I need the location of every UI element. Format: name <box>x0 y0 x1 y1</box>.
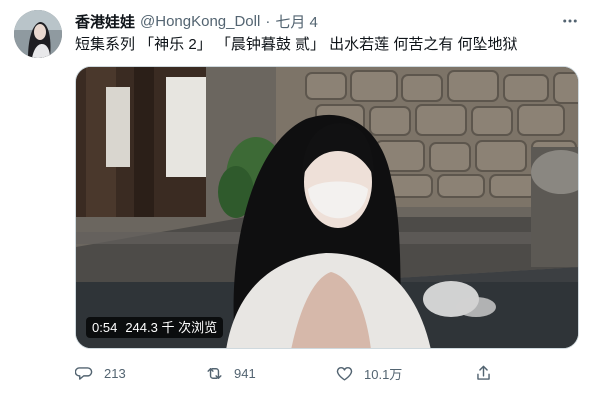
tweet-text: 短集系列 「神乐 2」 「晨钟暮鼓 贰」 出水若莲 何苦之有 何坠地狱 <box>75 36 518 53</box>
avatar[interactable] <box>14 10 62 58</box>
reply-bubble-icon <box>75 364 94 383</box>
video-views: 244.3 千 次浏览 <box>125 320 218 335</box>
avatar-image <box>14 10 62 58</box>
video-duration: 0:54 <box>92 320 118 335</box>
tweet-header: 香港娃娃 @HongKong_Doll · 七月 4 <box>75 11 318 31</box>
heart-icon <box>335 364 354 383</box>
retweet-button[interactable]: 941 <box>205 360 256 386</box>
tweet-actions: 213 941 10.1万 <box>75 360 579 386</box>
video-frame <box>76 67 578 348</box>
reply-count: 213 <box>104 365 126 381</box>
like-button[interactable]: 10.1万 <box>335 360 402 386</box>
author-handle[interactable]: @HongKong_Doll <box>140 13 260 30</box>
share-button[interactable] <box>474 360 493 386</box>
separator-dot: · <box>265 12 271 30</box>
author-display-name[interactable]: 香港娃娃 <box>75 11 135 32</box>
video-player[interactable] <box>75 66 579 349</box>
like-count: 10.1万 <box>364 366 403 382</box>
more-dots-icon[interactable] <box>559 10 581 32</box>
retweet-icon <box>205 364 224 383</box>
video-info-badge: 0:54 244.3 千 次浏览 <box>86 317 224 338</box>
tweet-date[interactable]: 七月 4 <box>275 11 318 32</box>
reply-button[interactable]: 213 <box>75 360 126 386</box>
share-icon <box>474 364 493 383</box>
retweet-count: 941 <box>234 365 256 381</box>
